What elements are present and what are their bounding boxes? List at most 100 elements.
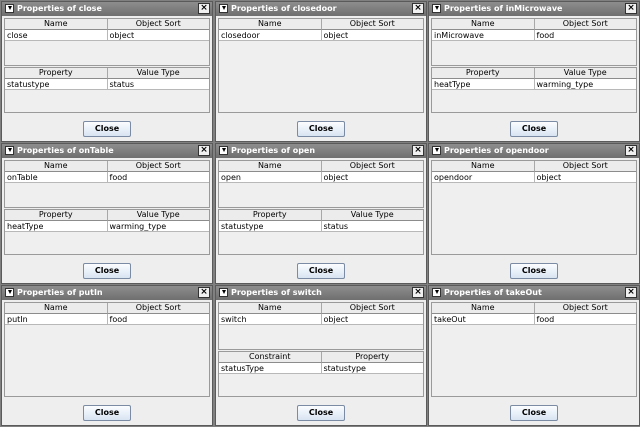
property-column-header[interactable]: Value Type (534, 68, 636, 79)
window-menu-icon[interactable] (219, 288, 228, 297)
object-sort-row[interactable]: closedoor object (219, 30, 423, 41)
object-sort-column-header[interactable]: Object Sort (107, 19, 209, 30)
object-sort-table[interactable]: Name Object Sort onTable food (4, 160, 210, 208)
close-icon[interactable]: × (412, 145, 424, 156)
property-column-header[interactable]: Property (5, 210, 108, 221)
object-sort-column-header[interactable]: Name (432, 161, 535, 172)
object-sort-cell[interactable]: food (107, 314, 209, 325)
title-bar[interactable]: Properties of opendoor × (429, 144, 639, 158)
window-menu-icon[interactable] (5, 146, 14, 155)
property-cell[interactable]: statustype (5, 79, 108, 90)
object-sort-table[interactable]: Name Object Sort open object (218, 160, 424, 208)
property-column-header[interactable]: Property (432, 68, 535, 79)
property-column-header[interactable]: Value Type (321, 210, 423, 221)
object-sort-cell[interactable]: onTable (5, 172, 108, 183)
object-sort-cell[interactable]: object (321, 172, 423, 183)
object-sort-column-header[interactable]: Object Sort (534, 161, 636, 172)
close-button[interactable]: Close (83, 121, 131, 137)
close-icon[interactable]: × (625, 287, 637, 298)
title-bar[interactable]: Properties of putIn × (2, 286, 212, 300)
property-column-header[interactable]: Constraint (219, 352, 322, 363)
close-icon[interactable]: × (412, 287, 424, 298)
object-sort-cell[interactable]: object (321, 314, 423, 325)
object-sort-cell[interactable]: food (107, 172, 209, 183)
property-cell[interactable]: statusType (219, 363, 322, 374)
close-icon[interactable]: × (198, 3, 210, 14)
property-cell[interactable]: statustype (219, 221, 322, 232)
object-sort-cell[interactable]: open (219, 172, 322, 183)
window-menu-icon[interactable] (432, 146, 441, 155)
window-menu-icon[interactable] (5, 4, 14, 13)
property-column-header[interactable]: Property (219, 210, 322, 221)
title-bar[interactable]: Properties of takeOut × (429, 286, 639, 300)
object-sort-row[interactable]: open object (219, 172, 423, 183)
object-sort-cell[interactable]: object (534, 172, 636, 183)
property-column-header[interactable]: Property (5, 68, 108, 79)
object-sort-row[interactable]: onTable food (5, 172, 209, 183)
object-sort-column-header[interactable]: Name (5, 161, 108, 172)
property-row[interactable]: statustype status (5, 79, 209, 90)
object-sort-cell[interactable]: inMicrowave (432, 30, 535, 41)
title-bar[interactable]: Properties of closedoor × (216, 2, 426, 16)
object-sort-table[interactable]: Name Object Sort closedoor object (218, 18, 424, 113)
object-sort-column-header[interactable]: Name (219, 303, 322, 314)
object-sort-table[interactable]: Name Object Sort opendoor object (431, 160, 637, 255)
close-button[interactable]: Close (83, 405, 131, 421)
property-cell[interactable]: status (321, 221, 423, 232)
property-row[interactable]: heatType warming_type (5, 221, 209, 232)
title-bar[interactable]: Properties of onTable × (2, 144, 212, 158)
title-bar[interactable]: Properties of switch × (216, 286, 426, 300)
object-sort-row[interactable]: inMicrowave food (432, 30, 636, 41)
window-menu-icon[interactable] (432, 288, 441, 297)
object-sort-cell[interactable]: putIn (5, 314, 108, 325)
property-column-header[interactable]: Property (321, 352, 423, 363)
property-cell[interactable]: warming_type (534, 79, 636, 90)
object-sort-column-header[interactable]: Name (432, 303, 535, 314)
object-sort-column-header[interactable]: Object Sort (107, 161, 209, 172)
close-button[interactable]: Close (83, 263, 131, 279)
window-menu-icon[interactable] (432, 4, 441, 13)
object-sort-column-header[interactable]: Name (5, 19, 108, 30)
property-table[interactable]: Constraint Property statusType statustype (218, 351, 424, 397)
close-icon[interactable]: × (198, 287, 210, 298)
property-table[interactable]: Property Value Type statustype status (4, 67, 210, 113)
object-sort-table[interactable]: Name Object Sort putIn food (4, 302, 210, 397)
close-icon[interactable]: × (412, 3, 424, 14)
window-menu-icon[interactable] (5, 288, 14, 297)
property-row[interactable]: statusType statustype (219, 363, 423, 374)
object-sort-cell[interactable]: food (534, 314, 636, 325)
object-sort-column-header[interactable]: Name (5, 303, 108, 314)
close-button[interactable]: Close (297, 121, 345, 137)
object-sort-table[interactable]: Name Object Sort takeOut food (431, 302, 637, 397)
object-sort-cell[interactable]: food (534, 30, 636, 41)
object-sort-cell[interactable]: takeOut (432, 314, 535, 325)
title-bar[interactable]: Properties of open × (216, 144, 426, 158)
window-menu-icon[interactable] (219, 146, 228, 155)
close-button[interactable]: Close (510, 121, 558, 137)
object-sort-column-header[interactable]: Name (432, 19, 535, 30)
object-sort-cell[interactable]: switch (219, 314, 322, 325)
object-sort-cell[interactable]: opendoor (432, 172, 535, 183)
title-bar[interactable]: Properties of inMicrowave × (429, 2, 639, 16)
property-cell[interactable]: heatType (432, 79, 535, 90)
object-sort-column-header[interactable]: Object Sort (534, 303, 636, 314)
property-cell[interactable]: heatType (5, 221, 108, 232)
title-bar[interactable]: Properties of close × (2, 2, 212, 16)
close-button[interactable]: Close (510, 263, 558, 279)
object-sort-row[interactable]: opendoor object (432, 172, 636, 183)
close-icon[interactable]: × (198, 145, 210, 156)
object-sort-row[interactable]: close object (5, 30, 209, 41)
close-icon[interactable]: × (625, 3, 637, 14)
property-table[interactable]: Property Value Type heatType warming_type (431, 67, 637, 113)
object-sort-column-header[interactable]: Name (219, 19, 322, 30)
property-cell[interactable]: status (107, 79, 209, 90)
object-sort-cell[interactable]: object (321, 30, 423, 41)
close-button[interactable]: Close (297, 263, 345, 279)
object-sort-column-header[interactable]: Name (219, 161, 322, 172)
object-sort-row[interactable]: switch object (219, 314, 423, 325)
object-sort-table[interactable]: Name Object Sort switch object (218, 302, 424, 350)
object-sort-cell[interactable]: closedoor (219, 30, 322, 41)
property-table[interactable]: Property Value Type heatType warming_type (4, 209, 210, 255)
object-sort-table[interactable]: Name Object Sort close object (4, 18, 210, 66)
property-column-header[interactable]: Value Type (107, 68, 209, 79)
